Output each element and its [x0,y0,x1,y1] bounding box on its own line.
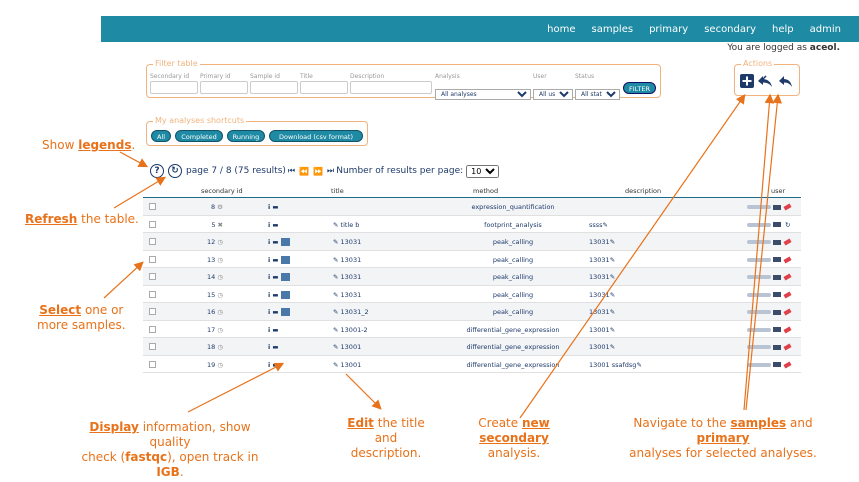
ann-navigate-text: Navigate to the [633,416,731,430]
annotation-display: Display information, show quality check … [70,420,270,480]
ann-legends-text: Show [42,138,79,152]
annotation-arrows [103,93,783,419]
ann-legends-end: . [131,138,136,152]
annotation-navigate: Navigate to the samples and primary anal… [610,416,836,461]
ann-create-new: new [521,416,550,430]
annotation-refresh: Refresh the table. [25,212,139,227]
ann-select-text: one or [81,303,124,317]
ann-display-igb: IGB [156,465,180,479]
ann-refresh-text: the table. [77,212,139,226]
ann-navigate-text-2: analyses for selected analyses. [629,446,817,460]
ann-display-text: information, show quality [138,420,251,449]
ann-display-end: . [179,465,184,479]
arrow-edit [345,373,382,410]
ann-create-text: Create [478,416,522,430]
annotation-edit: Edit the title and description. [336,416,436,461]
arrow-create [519,94,746,419]
ann-display-text-3: ), open track in [167,450,259,464]
annotation-legends: Show legends. [42,138,135,153]
arrow-navigate-1 [743,93,775,411]
ann-navigate-primary: primary [696,431,750,445]
ann-edit-text-2: description. [350,446,422,460]
arrow-display [187,362,285,413]
ann-select-text-2: more samples. [37,318,126,332]
ann-navigate-samples: samples [730,416,787,430]
arrow-refresh [113,176,167,209]
arrow-navigate-2 [745,93,783,411]
arrow-legends [119,151,149,168]
ann-select-key: Select [39,303,82,317]
ann-navigate-and: and [786,416,813,430]
arrow-select [103,261,144,299]
annotation-select: Select one or more samples. [37,303,126,333]
ann-display-fastqc: fastqc [125,450,168,464]
ann-edit-key: Edit [347,416,374,430]
ann-edit-text: the title and [373,416,425,445]
ann-display-text-2: check ( [81,450,126,464]
ann-legends-key: legends [78,138,132,152]
ann-display-key: Display [89,420,139,434]
ann-refresh-key: Refresh [25,212,78,226]
ann-create-secondary: secondary [479,431,549,445]
annotation-create: Create new secondary analysis. [452,416,576,461]
ann-create-end: analysis. [487,446,541,460]
